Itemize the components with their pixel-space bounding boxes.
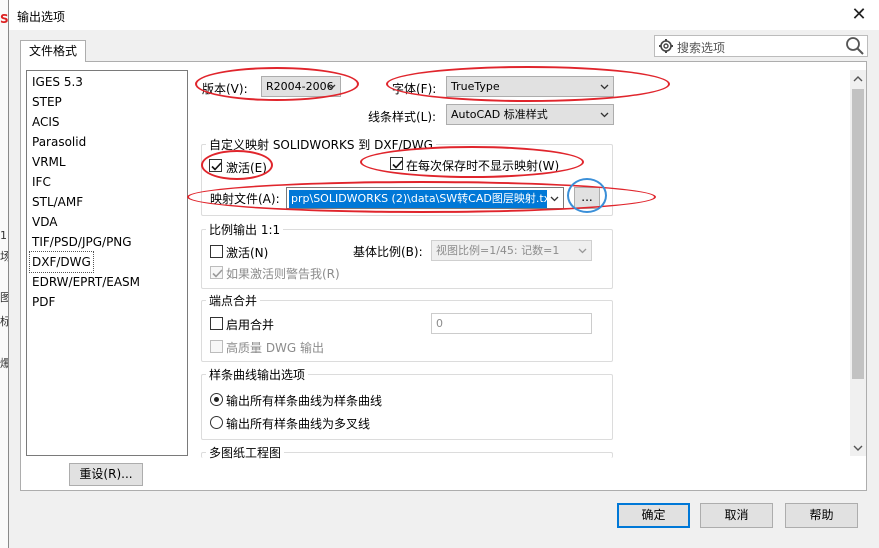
activate-map-checkbox[interactable] <box>209 159 222 172</box>
linestyle-label: 线条样式(L): <box>368 110 437 124</box>
linestyle-value: AutoCAD 标准样式 <box>451 108 548 121</box>
list-item[interactable]: IGES 5.3 <box>32 72 83 92</box>
close-button[interactable]: ✕ <box>845 3 873 27</box>
spline-options-title: 样条曲线输出选项 <box>206 366 309 383</box>
warn-label: 如果激活则警告我(R) <box>226 267 340 281</box>
spline-as-polyline-radio[interactable] <box>210 416 223 429</box>
chevron-down-icon <box>578 248 587 254</box>
list-item[interactable]: EDRW/EPRT/EASM <box>32 272 140 292</box>
browse-button[interactable]: ... <box>574 187 600 209</box>
list-item[interactable]: STEP <box>32 92 62 112</box>
custom-map-title: 自定义映射 SOLIDWORKS 到 DXF/DWG <box>206 136 436 153</box>
chevron-down-icon <box>327 84 336 90</box>
multisheet-title: 多图纸工程图 <box>206 444 285 461</box>
list-item[interactable]: STL/AMF <box>32 192 83 212</box>
version-label: 版本(V): <box>202 82 248 96</box>
scale-output-title: 比例输出 1:1 <box>206 221 284 238</box>
linestyle-dropdown[interactable]: AutoCAD 标准样式 <box>446 104 614 125</box>
base-scale-label: 基体比例(B): <box>353 245 423 259</box>
ok-button[interactable]: 确定 <box>617 503 690 528</box>
title-bar: 输出选项 ✕ <box>9 0 879 30</box>
list-item[interactable]: IFC <box>32 172 51 192</box>
tab-file-format[interactable]: 文件格式 <box>20 40 86 62</box>
checkmark-icon <box>212 269 223 278</box>
warn-checkbox[interactable] <box>210 266 223 279</box>
list-item[interactable]: VRML <box>32 152 66 172</box>
checkmark-icon <box>392 160 403 169</box>
no-show-map-checkbox[interactable] <box>390 157 403 170</box>
list-item[interactable]: TIF/PSD/JPG/PNG <box>32 232 132 252</box>
window-title: 输出选项 <box>17 10 66 24</box>
spline-as-polyline-label: 输出所有样条曲线为多叉线 <box>226 417 371 431</box>
chevron-down-icon <box>600 84 609 90</box>
map-file-label: 映射文件(A): <box>210 192 280 206</box>
reset-button[interactable]: 重设(R)... <box>69 463 143 486</box>
list-item[interactable]: Parasolid <box>32 132 86 152</box>
base-scale-value: 视图比例=1/45: 记数=1 <box>436 244 560 257</box>
scale-activate-checkbox[interactable] <box>210 245 223 258</box>
font-value: TrueType <box>451 80 500 93</box>
scale-activate-label: 激活(N) <box>226 246 269 260</box>
enable-merge-checkbox[interactable] <box>210 317 223 330</box>
list-item[interactable]: ACIS <box>32 112 60 132</box>
format-list[interactable]: IGES 5.3 STEP ACIS Parasolid VRML IFC ST… <box>26 70 188 456</box>
activate-map-label: 激活(E) <box>226 161 267 175</box>
checkmark-icon <box>211 162 222 171</box>
hq-dwg-label: 高质量 DWG 输出 <box>226 341 325 355</box>
font-dropdown[interactable]: TrueType <box>446 76 614 97</box>
hq-dwg-checkbox[interactable] <box>210 340 223 353</box>
enable-merge-label: 启用合并 <box>226 318 275 332</box>
base-scale-dropdown[interactable]: 视图比例=1/45: 记数=1 <box>431 240 592 261</box>
background-text: 1 <box>0 229 7 242</box>
no-show-map-label: 在每次保存时不显示映射(W) <box>406 159 560 173</box>
endpoint-merge-title: 端点合并 <box>206 292 261 309</box>
merge-value-input[interactable]: 0 <box>431 313 592 334</box>
chevron-down-icon <box>600 112 609 118</box>
chevron-down-icon <box>550 196 559 202</box>
scrollbar-thumb[interactable] <box>852 89 864 379</box>
list-item-selected[interactable]: DXF/DWG <box>29 251 94 273</box>
export-options-dialog: 输出选项 ✕ 文件格式 搜索选项 IGES 5.3 STEP ACIS Para… <box>8 0 879 548</box>
map-file-value: prp\SOLIDWORKS (2)\data\SW转CAD图层映射.txt <box>289 190 547 208</box>
version-value: R2004-2006 <box>266 80 334 93</box>
gear-icon <box>658 38 674 54</box>
spline-as-spline-radio[interactable] <box>210 393 223 406</box>
search-icon[interactable] <box>845 36 865 56</box>
spline-as-spline-label: 输出所有样条曲线为样条曲线 <box>226 394 383 408</box>
list-item[interactable]: PDF <box>32 292 55 312</box>
font-label: 字体(F): <box>392 82 437 96</box>
cancel-button[interactable]: 取消 <box>700 503 773 528</box>
chevron-up-icon[interactable] <box>851 72 865 86</box>
version-dropdown[interactable]: R2004-2006 <box>261 76 341 97</box>
list-item[interactable]: VDA <box>32 212 57 232</box>
chevron-down-icon[interactable] <box>851 441 865 455</box>
search-placeholder: 搜索选项 <box>677 41 726 55</box>
help-button[interactable]: 帮助 <box>785 503 858 528</box>
